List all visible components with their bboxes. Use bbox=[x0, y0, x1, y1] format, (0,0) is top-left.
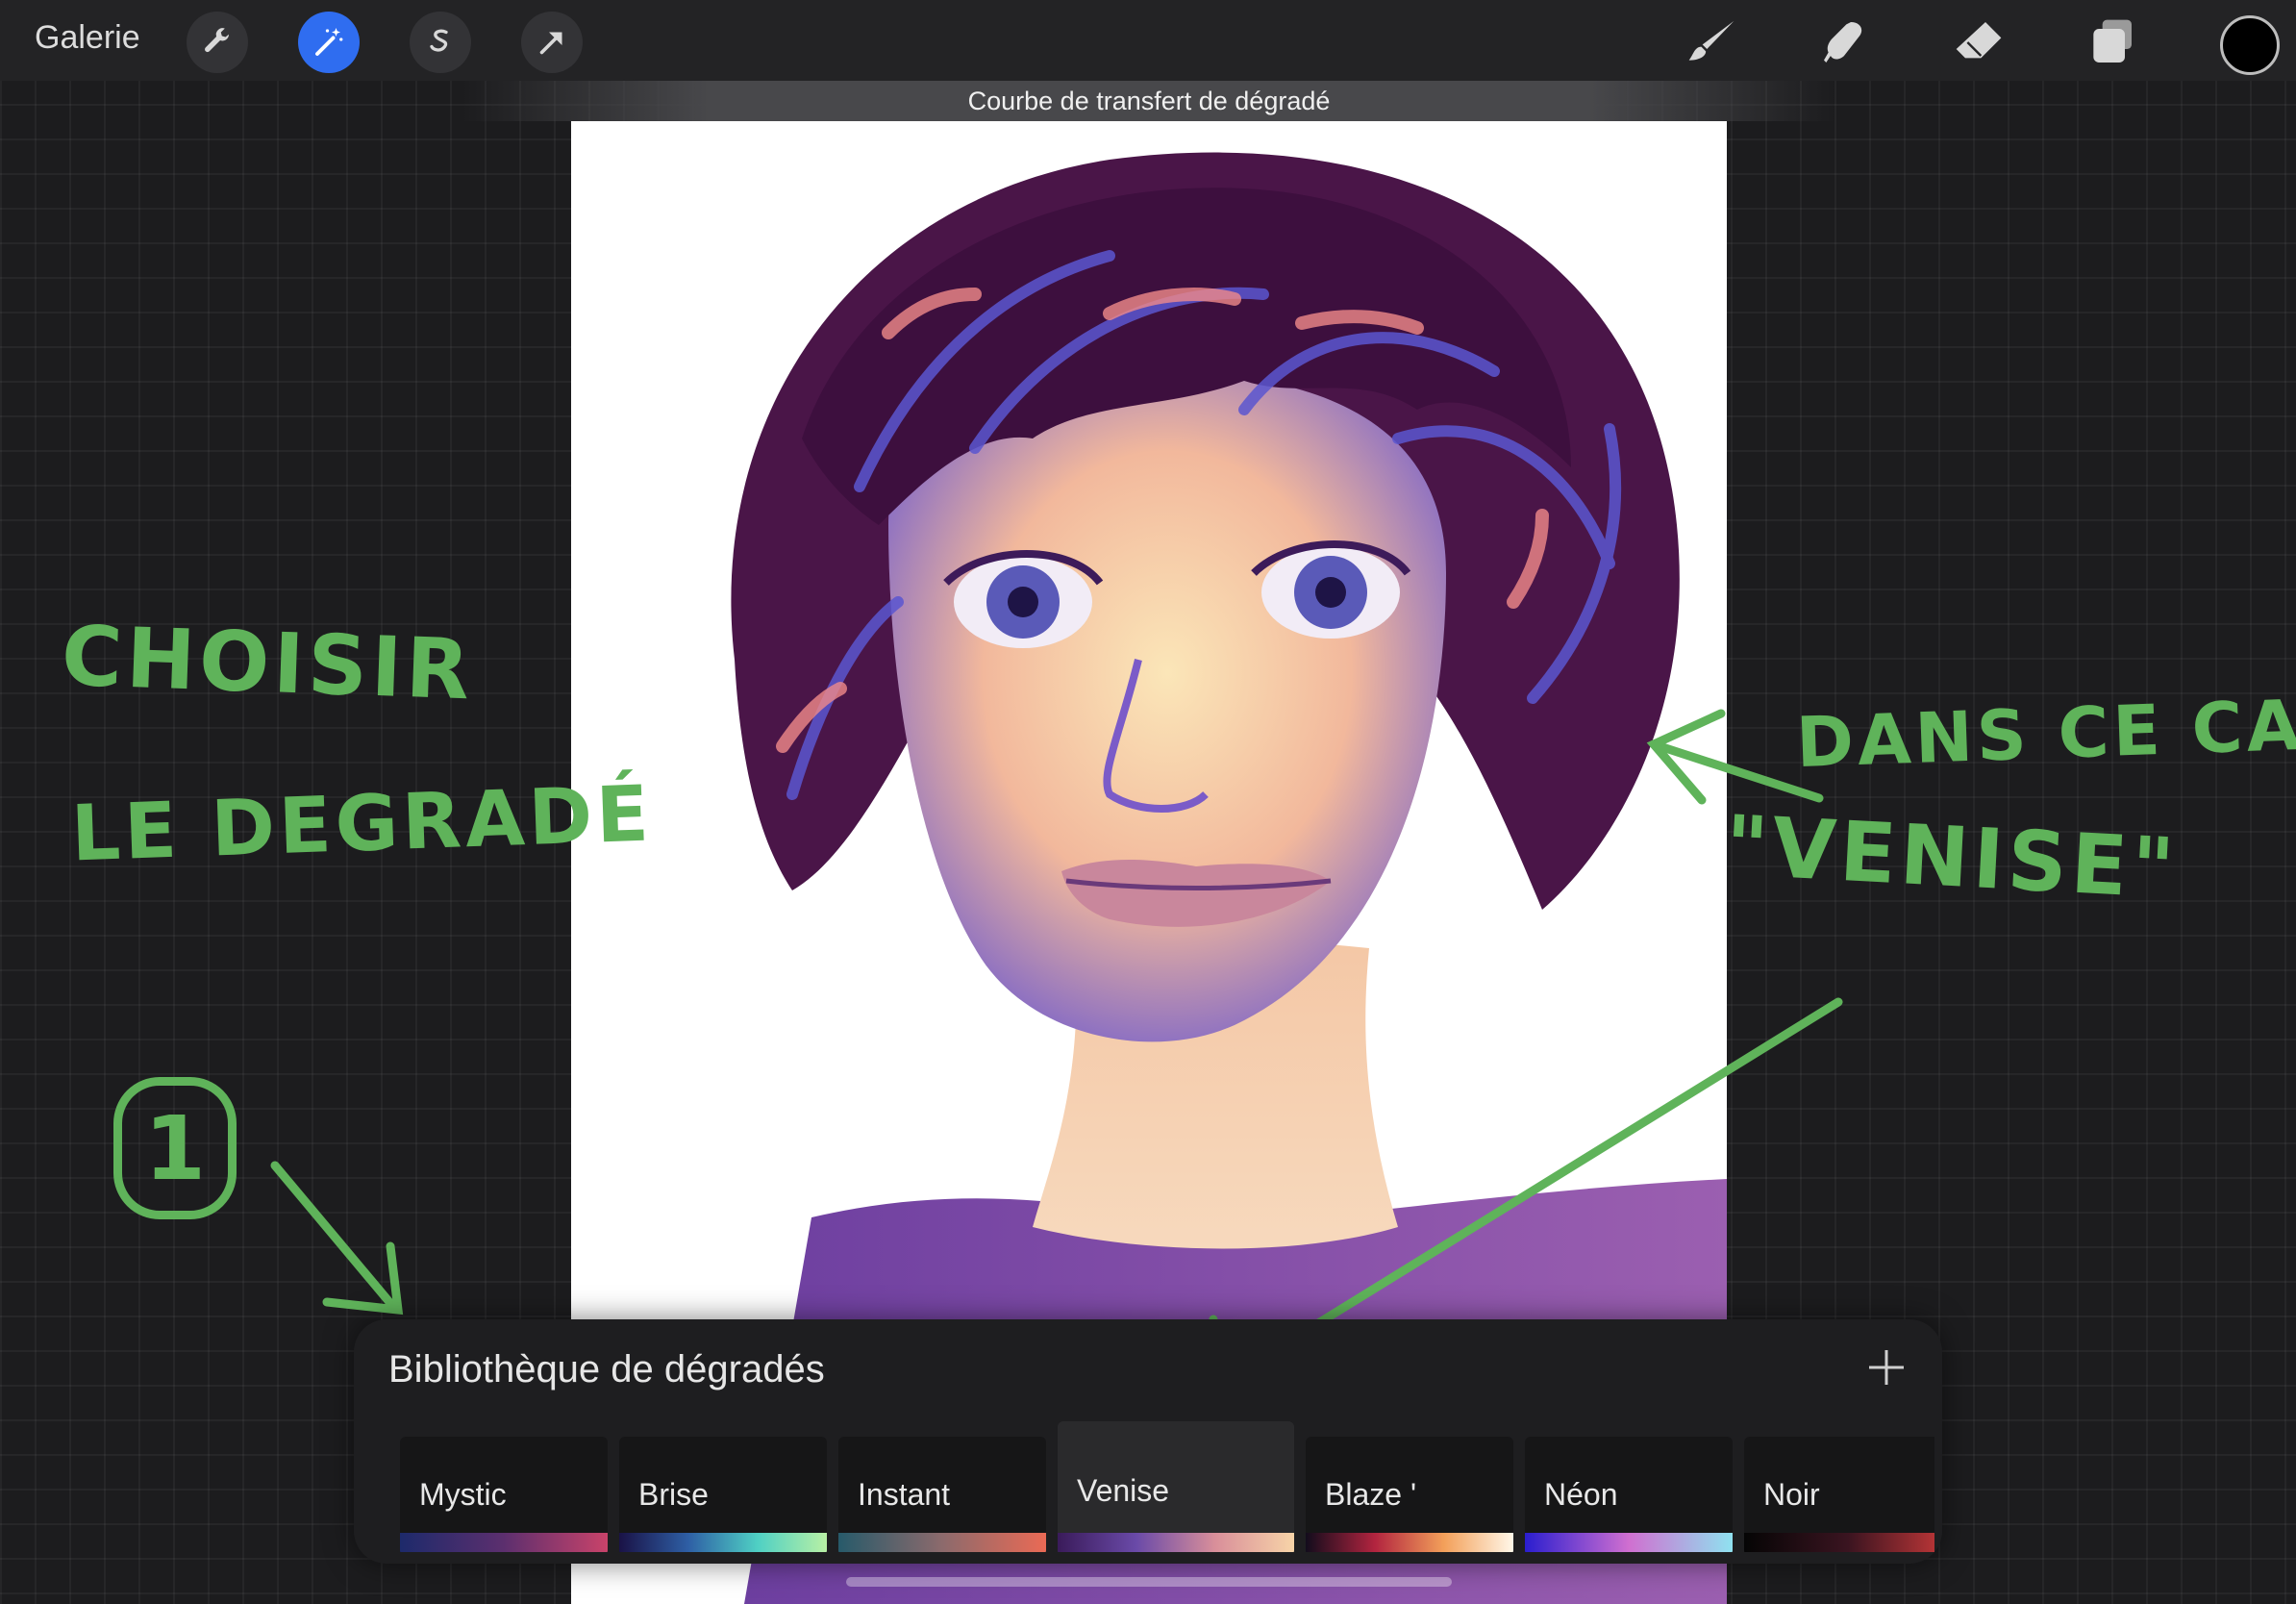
smudge-icon bbox=[1824, 22, 1862, 63]
layers-icon bbox=[2093, 19, 2132, 63]
annotation-venise: "VENISE" bbox=[1722, 797, 2181, 918]
gradient-swatch-label: Instant bbox=[858, 1477, 951, 1512]
transform-button[interactable] bbox=[521, 12, 583, 73]
gradient-swatch-label: Venise bbox=[1077, 1473, 1170, 1508]
gradient-swatch-blaze[interactable]: Blaze ' bbox=[1306, 1437, 1513, 1552]
annotation-choose: CHOISIR bbox=[60, 608, 475, 719]
gallery-button[interactable]: Galerie bbox=[35, 19, 140, 57]
eraser-icon bbox=[1956, 22, 2002, 59]
home-indicator[interactable] bbox=[846, 1577, 1452, 1587]
gradient-swatch-brise[interactable]: Brise bbox=[619, 1437, 827, 1552]
gradient-swatch-noir[interactable]: Noir bbox=[1744, 1437, 1934, 1552]
wrench-icon bbox=[205, 28, 229, 53]
gradient-preview-bar bbox=[619, 1533, 827, 1552]
brush-icon bbox=[1688, 20, 1734, 61]
gradient-preview-bar bbox=[1744, 1533, 1934, 1552]
gradient-swatch-mystic[interactable]: Mystic bbox=[400, 1437, 608, 1552]
gradient-library-panel: Bibliothèque de dégradés Mystic Brise Inst… bbox=[354, 1319, 1942, 1564]
adjustments-button[interactable] bbox=[298, 12, 360, 73]
gradient-preview-bar bbox=[1525, 1533, 1733, 1552]
transform-arrow-icon bbox=[539, 32, 562, 55]
mode-subtitle: Courbe de transfert de dégradé bbox=[462, 81, 1836, 121]
gradient-swatch-instant[interactable]: Instant bbox=[838, 1437, 1046, 1552]
color-picker-button[interactable] bbox=[2220, 15, 2280, 75]
gradient-swatch-label: Blaze ' bbox=[1325, 1477, 1417, 1512]
gradient-swatch-row: Mystic Brise Instant Venise Blaze ' Néon Noir bbox=[400, 1417, 1934, 1552]
gradient-library-title: Bibliothèque de dégradés bbox=[388, 1348, 825, 1391]
gradient-swatch-label: Mystic bbox=[419, 1477, 507, 1512]
add-gradient-button[interactable] bbox=[1859, 1341, 1913, 1394]
annotation-step-number: 1 bbox=[113, 1077, 237, 1219]
selection-icon bbox=[430, 29, 448, 52]
gradient-swatch-venise[interactable]: Venise bbox=[1058, 1421, 1294, 1552]
arrow-to-panel-icon bbox=[270, 1161, 399, 1313]
gradient-preview-bar bbox=[1306, 1533, 1513, 1552]
layers-tool[interactable] bbox=[2083, 15, 2140, 69]
gradient-swatch-néon[interactable]: Néon bbox=[1525, 1437, 1733, 1552]
top-toolbar: Galerie bbox=[0, 0, 2296, 81]
smudge-tool[interactable] bbox=[1815, 15, 1873, 69]
annotation-gradient: LE DEGRADÉ bbox=[69, 768, 655, 879]
gradient-swatch-label: Noir bbox=[1763, 1477, 1820, 1512]
gradient-preview-bar bbox=[838, 1533, 1046, 1552]
annotation-in-this-case: DANS CE CAS bbox=[1794, 682, 2296, 784]
gradient-swatch-label: Néon bbox=[1544, 1477, 1618, 1512]
plus-icon bbox=[1869, 1350, 1904, 1385]
magic-wand-icon bbox=[315, 28, 343, 56]
eraser-tool[interactable] bbox=[1950, 15, 2008, 69]
gradient-preview-bar bbox=[400, 1533, 608, 1552]
actions-button[interactable] bbox=[187, 12, 248, 73]
gradient-preview-bar bbox=[1058, 1533, 1294, 1552]
selection-button[interactable] bbox=[410, 12, 471, 73]
brush-tool[interactable] bbox=[1683, 15, 1740, 69]
gradient-swatch-label: Brise bbox=[638, 1477, 709, 1512]
